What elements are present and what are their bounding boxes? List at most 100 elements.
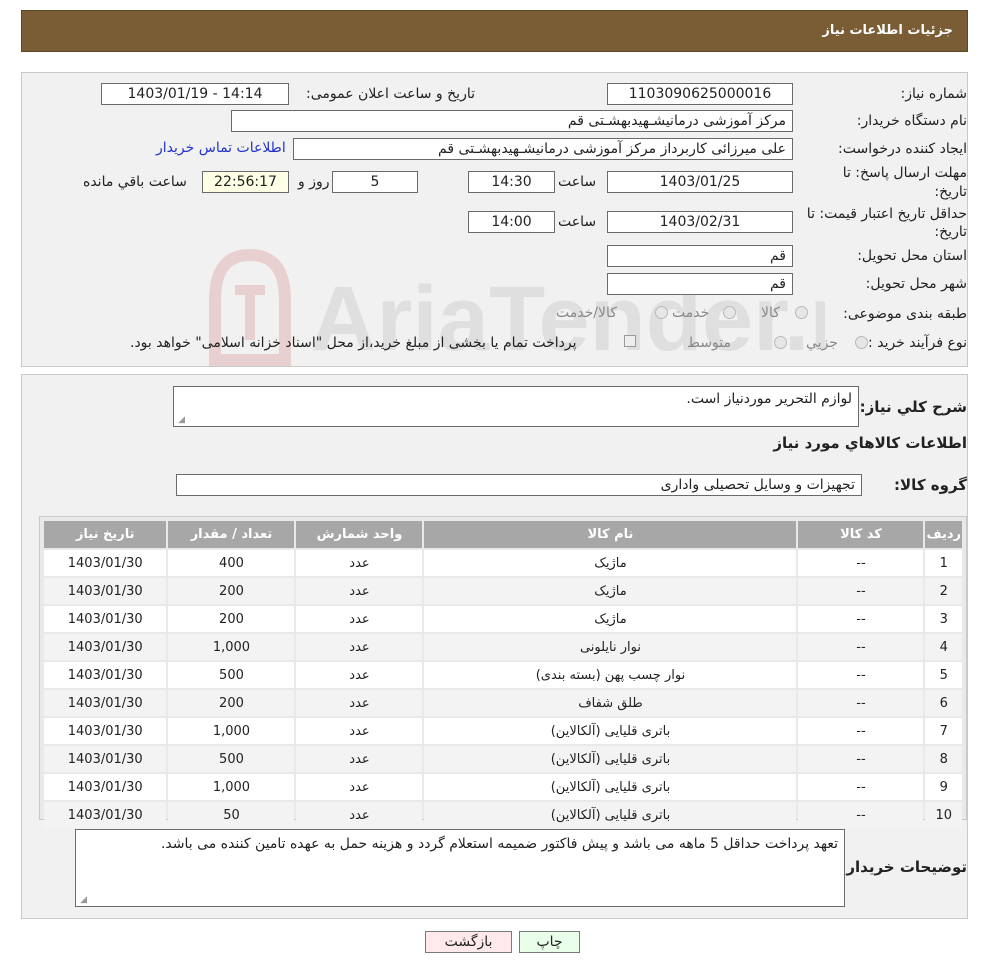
table-row: 5 -- نوار چسب پهن (بسته بندی) عدد 500 1403/01… — [44, 662, 962, 688]
cell-need-date: 1403/01/30 — [44, 550, 167, 576]
cell-need-date: 1403/01/30 — [44, 718, 167, 744]
cell-item-name: ماژیک — [424, 578, 797, 604]
process-medium-radio[interactable] — [774, 336, 787, 349]
resize-grip-icon[interactable]: ◢ — [177, 416, 185, 425]
page-title: جزئیات اطلاعات نیاز — [822, 23, 953, 38]
notes-label: توضیحات خریدار: — [840, 858, 967, 876]
cell-need-date: 1403/01/30 — [44, 606, 167, 632]
col-code-header: کد کالا — [798, 521, 924, 548]
cell-item-name: باتری قلیایی (آلکالاین) — [424, 718, 797, 744]
category-service-radio[interactable] — [723, 306, 736, 319]
days-label: روز و — [298, 174, 330, 190]
validity-time-field: 14:00 — [468, 211, 555, 233]
treasury-checkbox[interactable] — [624, 335, 636, 347]
need-number-label: شماره نیاز: — [900, 86, 968, 102]
cell-need-date: 1403/01/30 — [44, 634, 167, 660]
table-row: 9 -- باتری قلیایی (آلکالاین) عدد 1,000 1403/0… — [44, 774, 962, 800]
cell-item-name: ماژیک — [424, 550, 797, 576]
cell-need-date: 1403/01/30 — [44, 746, 167, 772]
cell-quantity: 1,000 — [168, 774, 295, 800]
cell-unit: عدد — [296, 746, 423, 772]
summary-textarea[interactable]: لوازم التحریر موردنیاز است. ◢ — [173, 386, 859, 427]
cell-quantity: 500 — [168, 662, 295, 688]
cell-row-number: 10 — [925, 802, 962, 828]
category-goods-service-label: کالا/خدمت — [556, 305, 617, 321]
cell-quantity: 50 — [168, 802, 295, 828]
city-label: شهر محل تحویل: — [865, 276, 967, 292]
process-minor-radio[interactable] — [855, 336, 868, 349]
cell-item-code: -- — [798, 802, 924, 828]
process-minor-label: جزیي — [806, 335, 838, 351]
deadline-time-field: 14:30 — [468, 171, 555, 193]
cell-unit: عدد — [296, 690, 423, 716]
cell-item-name: باتری قلیایی (آلکالاین) — [424, 774, 797, 800]
table-row: 1 -- ماژیک عدد 400 1403/01/30 — [44, 550, 962, 576]
cell-unit: عدد — [296, 634, 423, 660]
notes-text: تعهد پرداخت حداقل 5 ماهه می باشد و پیش ف… — [160, 836, 838, 852]
cell-need-date: 1403/01/30 — [44, 802, 167, 828]
cell-item-code: -- — [798, 606, 924, 632]
category-goods-service-radio[interactable] — [655, 306, 668, 319]
need-number-field: 1103090625000016 — [607, 83, 793, 105]
cell-item-code: -- — [798, 774, 924, 800]
goods-group-label: گروه كالا: — [894, 476, 967, 494]
page-header: جزئیات اطلاعات نیاز — [21, 10, 968, 52]
cell-row-number: 3 — [925, 606, 962, 632]
cell-quantity: 500 — [168, 746, 295, 772]
cell-quantity: 200 — [168, 606, 295, 632]
cell-item-name: ماژیک — [424, 606, 797, 632]
announce-label: تاریخ و ساعت اعلان عمومی: — [306, 86, 475, 102]
city-field: قم — [607, 273, 793, 295]
col-unit-header: واحد شمارش — [296, 521, 423, 548]
cell-need-date: 1403/01/30 — [44, 690, 167, 716]
print-button[interactable]: چاپ — [519, 931, 580, 953]
resize-grip-icon[interactable]: ◢ — [79, 896, 87, 905]
summary-label: شرح كلي نياز: — [859, 398, 967, 416]
province-label: استان محل تحویل: — [857, 248, 967, 264]
cell-item-name: طلق شفاف — [424, 690, 797, 716]
validity-label: حداقل تاریخ اعتبار قیمت: تا — [806, 206, 967, 222]
buyer-org-label: نام دستگاه خریدار: — [856, 113, 967, 129]
cell-unit: عدد — [296, 718, 423, 744]
creator-field: علی میرزائی کاربرداز مرکز آموزشی درمانیش… — [293, 138, 793, 160]
table-row: 2 -- ماژیک عدد 200 1403/01/30 — [44, 578, 962, 604]
category-goods-radio[interactable] — [795, 306, 808, 319]
validity-date-field: 1403/02/31 — [607, 211, 793, 233]
cell-unit: عدد — [296, 802, 423, 828]
goods-section-title: اطلاعات كالاهاي مورد نياز — [773, 434, 967, 452]
cell-need-date: 1403/01/30 — [44, 578, 167, 604]
buyer-org-field: مرکز آموزشی درمانیشـهیدبهشـتی قم — [231, 110, 793, 132]
table-row: 10 -- باتری قلیایی (آلکالاین) عدد 50 1403/01/… — [44, 802, 962, 828]
table-row: 3 -- ماژیک عدد 200 1403/01/30 — [44, 606, 962, 632]
buyer-contact-link[interactable]: اطلاعات تماس خریدار — [156, 140, 286, 156]
province-field: قم — [607, 245, 793, 267]
table-body: 1 -- ماژیک عدد 400 1403/01/30 2 -- ماژیک عدد 200 14… — [44, 550, 962, 828]
back-button[interactable]: بازگشت — [425, 931, 512, 953]
cell-row-number: 7 — [925, 718, 962, 744]
cell-need-date: 1403/01/30 — [44, 662, 167, 688]
cell-row-number: 4 — [925, 634, 962, 660]
goods-group-field: تجهیزات و وسایل تحصیلی واداری — [176, 474, 862, 496]
deadline-date-field: 1403/01/25 — [607, 171, 793, 193]
category-goods-label: کالا — [761, 305, 780, 321]
goods-table: ردیف کد کالا نام کالا واحد شمارش تعداد /… — [39, 516, 967, 828]
table-row: 8 -- باتری قلیایی (آلکالاین) عدد 500 1403/01/… — [44, 746, 962, 772]
cell-quantity: 1,000 — [168, 634, 295, 660]
payment-note: پرداخت تمام یا بخشی از مبلغ خرید،از محل … — [130, 335, 577, 351]
cell-row-number: 8 — [925, 746, 962, 772]
table-header-row: ردیف کد کالا نام کالا واحد شمارش تعداد /… — [44, 521, 962, 548]
validity-time-label: ساعت — [558, 214, 597, 230]
creator-label: ایجاد کننده درخواست: — [838, 141, 967, 157]
summary-text: لوازم التحریر موردنیاز است. — [686, 391, 852, 407]
cell-item-code: -- — [798, 550, 924, 576]
remaining-label: ساعت باقي مانده — [83, 174, 187, 190]
cell-quantity: 200 — [168, 690, 295, 716]
cell-row-number: 1 — [925, 550, 962, 576]
cell-unit: عدد — [296, 774, 423, 800]
cell-item-code: -- — [798, 690, 924, 716]
notes-textarea[interactable]: تعهد پرداخت حداقل 5 ماهه می باشد و پیش ف… — [75, 829, 845, 907]
table-row: 7 -- باتری قلیایی (آلکالاین) عدد 1,000 1403/0… — [44, 718, 962, 744]
cell-unit: عدد — [296, 606, 423, 632]
cell-item-code: -- — [798, 578, 924, 604]
days-remaining-field: 5 — [332, 171, 418, 193]
